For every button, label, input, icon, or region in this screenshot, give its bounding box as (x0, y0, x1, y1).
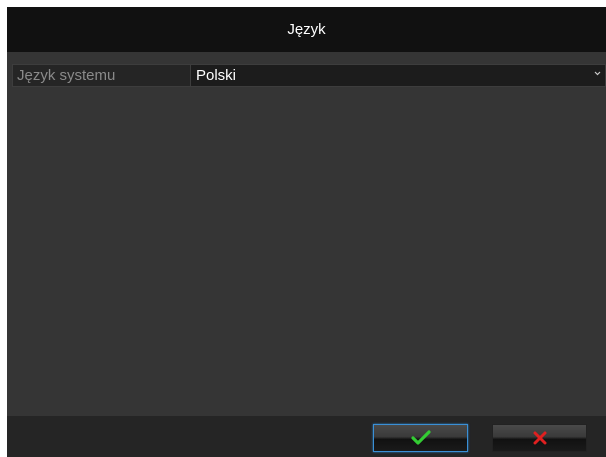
system-language-select[interactable]: Polski (190, 64, 606, 87)
title-bar: Język (7, 7, 606, 52)
checkmark-icon (410, 430, 431, 445)
system-language-value: Polski (196, 67, 237, 84)
dialog-title: Język (287, 21, 326, 38)
close-icon (533, 431, 546, 445)
ok-button[interactable] (373, 424, 468, 452)
chevron-down-icon (594, 71, 601, 76)
dialog-footer (7, 416, 606, 457)
system-language-label: Język systemu (12, 64, 190, 87)
language-dialog: Język Język systemu Polski (7, 7, 606, 457)
dialog-content: Język systemu Polski (7, 52, 606, 416)
system-language-row: Język systemu Polski (12, 64, 606, 87)
cancel-button[interactable] (492, 424, 587, 452)
